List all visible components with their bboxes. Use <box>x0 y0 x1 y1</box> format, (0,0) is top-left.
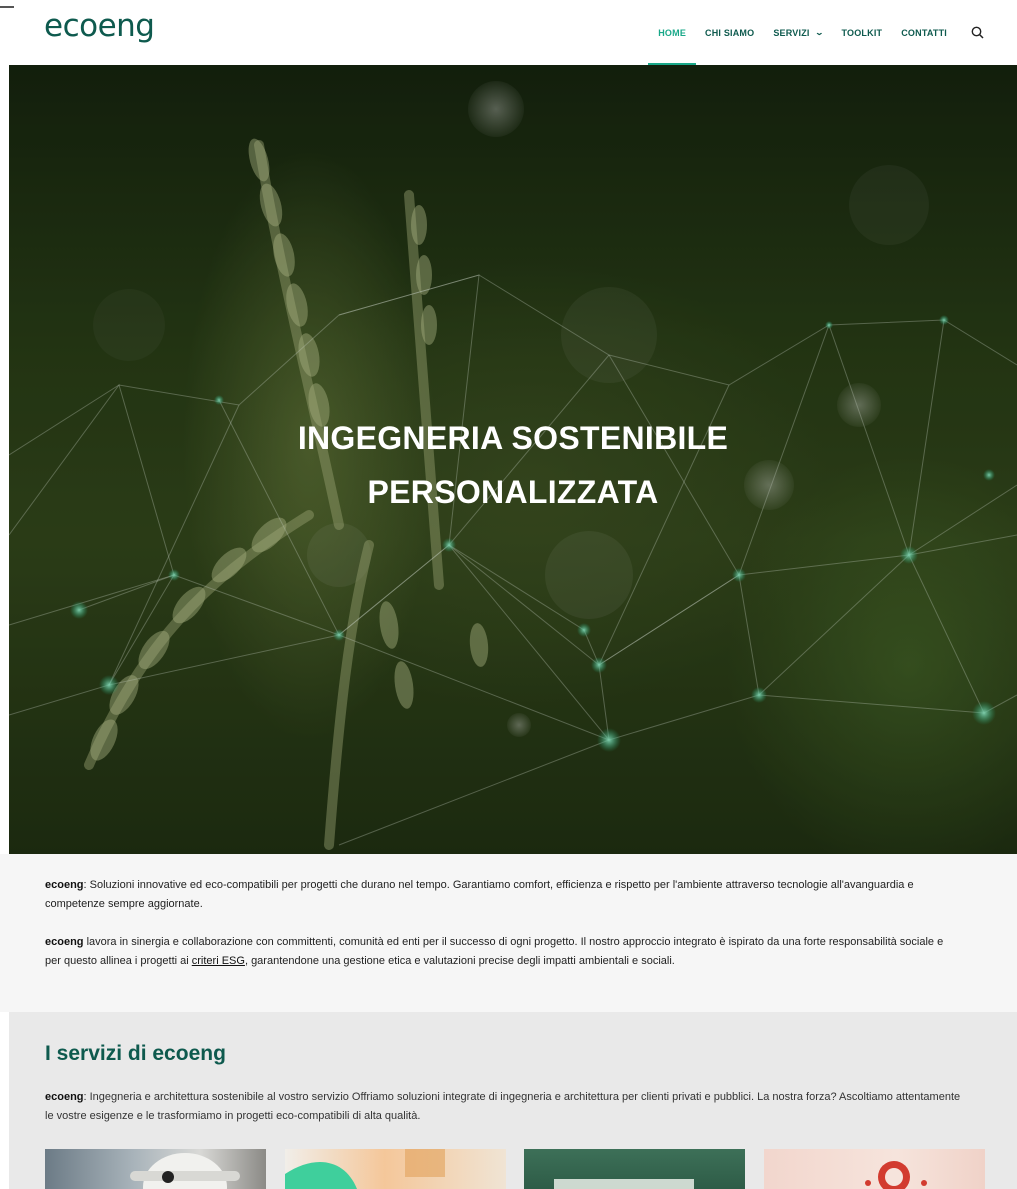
nav-item-chi-siamo[interactable]: CHI SIAMO <box>705 0 754 65</box>
esg-criteria-link[interactable]: criteri ESG <box>192 955 245 967</box>
nav-item-servizi[interactable]: SERVIZI ⌄ <box>773 0 824 65</box>
brand-name: ecoeng <box>45 936 84 948</box>
nav-label: CONTATTI <box>901 27 947 38</box>
nav-label: CHI SIAMO <box>705 27 755 38</box>
brand-name: ecoeng <box>45 879 84 891</box>
hero-title-line2: PERSONALIZZATA <box>367 474 659 510</box>
services-description: ecoeng: Ingegneria e architettura sosten… <box>45 1088 965 1126</box>
services-text: : Ingegneria e architettura sostenibile … <box>45 1091 961 1122</box>
chevron-down-icon: ⌄ <box>814 28 824 37</box>
services-section: I servizi di ecoeng ecoeng: Ingegneria e… <box>9 1012 1017 1189</box>
logo[interactable]: ecoeng <box>44 8 155 44</box>
service-card-4[interactable] <box>764 1149 985 1189</box>
hero-banner: INGEGNERIA SOSTENIBILE PERSONALIZZATA <box>9 65 1017 854</box>
nav-item-contatti[interactable]: CONTATTI <box>901 0 947 65</box>
engineer-helmet-image <box>130 1153 240 1189</box>
service-image-2 <box>285 1149 445 1189</box>
service-card-2[interactable] <box>285 1149 506 1189</box>
corner-mark <box>0 6 14 8</box>
search-icon[interactable] <box>967 23 987 43</box>
services-title: I servizi di ecoeng <box>45 1042 226 1065</box>
service-card-3[interactable] <box>524 1149 745 1189</box>
brand-name: ecoeng <box>45 1091 84 1103</box>
service-image-4 <box>865 1161 927 1189</box>
intro-section: ecoeng: Soluzioni innovative ed eco-comp… <box>0 854 1017 1012</box>
service-card-1[interactable] <box>45 1149 266 1189</box>
service-image-3 <box>554 1179 694 1189</box>
nav-item-toolkit[interactable]: TOOLKIT <box>842 0 883 65</box>
intro-paragraph-1: ecoeng: Soluzioni innovative ed eco-comp… <box>45 876 945 914</box>
main-nav: HOME CHI SIAMO SERVIZI ⌄ TOOLKIT CONTATTI <box>639 0 987 65</box>
hero-title-line1: INGEGNERIA SOSTENIBILE <box>297 420 729 456</box>
nav-label: TOOLKIT <box>841 27 883 38</box>
nav-item-home[interactable]: HOME <box>648 0 696 65</box>
intro-paragraph-2: ecoeng lavora in sinergia e collaborazio… <box>45 933 945 971</box>
intro-text: , garantendone una gestione etica e valu… <box>244 955 675 967</box>
nav-label: SERVIZI <box>773 27 810 38</box>
site-header: ecoeng HOME CHI SIAMO SERVIZI ⌄ TOOLKIT C… <box>0 0 1017 65</box>
nav-label: HOME <box>658 27 687 38</box>
intro-text: : Soluzioni innovative ed eco-compatibil… <box>45 879 914 910</box>
